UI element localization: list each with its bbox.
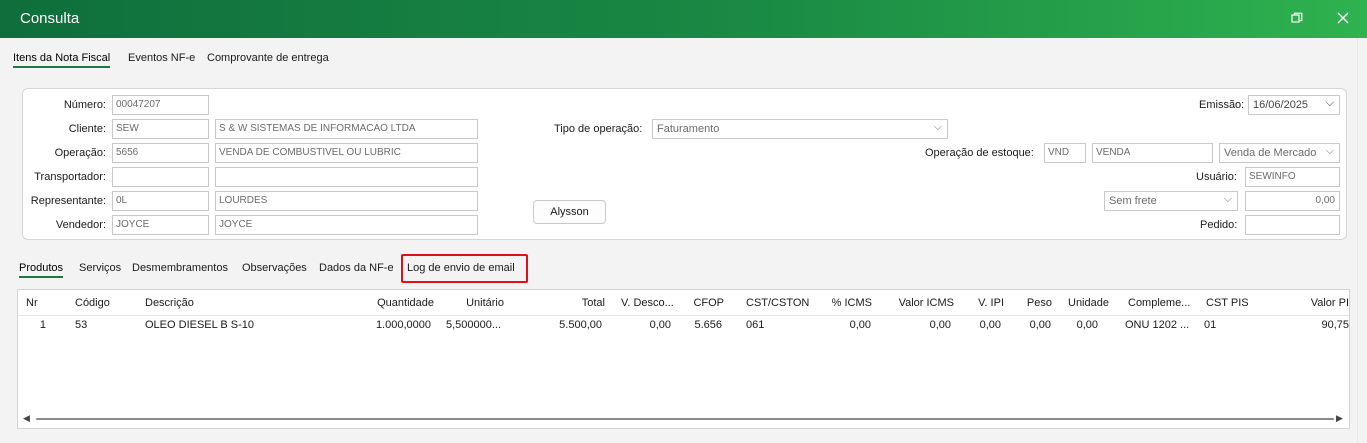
column-header[interactable]: Descrição: [145, 297, 265, 309]
column-header[interactable]: Unidade: [1068, 297, 1118, 309]
representante-label: Representante:: [30, 195, 106, 207]
emissao-value: 16/06/2025: [1253, 99, 1309, 111]
table-cell: 061: [746, 319, 765, 331]
table-cell: 0,00: [1076, 319, 1098, 331]
column-header[interactable]: CFOP: [682, 297, 724, 309]
column-header[interactable]: Unitário: [438, 297, 504, 309]
horizontal-scrollbar[interactable]: ◀ ▶: [18, 410, 1349, 428]
column-header[interactable]: Peso: [1012, 297, 1052, 309]
scroll-left-icon[interactable]: ◀: [23, 413, 30, 424]
column-header[interactable]: Nr: [26, 297, 50, 309]
operacao-name-field[interactable]: VENDA DE COMBUSTIVEL OU LUBRIC: [215, 143, 478, 163]
table-cell: 0,00: [1029, 319, 1051, 331]
table-cell: 5.656: [694, 319, 722, 331]
table-cell: 0,00: [929, 319, 951, 331]
tab-itens-nota-fiscal[interactable]: Itens da Nota Fiscal: [13, 52, 111, 68]
table-cell: 53: [75, 319, 88, 331]
operacao-estoque-name-field[interactable]: VENDA: [1092, 143, 1213, 163]
operacao-label: Operação:: [54, 147, 106, 159]
tab-comprovante-entrega[interactable]: Comprovante de entrega: [207, 52, 329, 64]
table-row[interactable]: 1 53 OLEO DIESEL B S-10 1.000,0000 5,500…: [18, 316, 1349, 336]
scroll-right-icon[interactable]: ▶: [1336, 413, 1343, 424]
transportador-name-field[interactable]: [215, 167, 478, 187]
tab-observacoes[interactable]: Observações: [242, 262, 307, 274]
tab-servicos[interactable]: Serviços: [79, 262, 121, 274]
vendedor-code-field[interactable]: JOYCE: [112, 215, 209, 235]
column-header[interactable]: V. Desco...: [621, 297, 681, 309]
operacao-code-field[interactable]: 5656: [112, 143, 209, 163]
representante-code-field[interactable]: 0L: [112, 191, 209, 211]
numero-field[interactable]: 00047207: [112, 95, 209, 115]
tab-desmembramentos[interactable]: Desmembramentos: [132, 262, 228, 274]
table-cell: 90,75: [1321, 319, 1349, 331]
scrollbar-thumb[interactable]: [36, 418, 1334, 420]
table-cell: ONU 1202 ...: [1125, 319, 1190, 331]
operacao-estoque-type-select[interactable]: Venda de Mercado ⌵: [1219, 143, 1340, 163]
emissao-label: Emissão:: [1199, 99, 1245, 111]
table-cell: 0,00: [849, 319, 871, 331]
column-header[interactable]: % ICMS: [808, 297, 872, 309]
title-bar: Consulta: [0, 0, 1367, 38]
column-header[interactable]: Total: [518, 297, 605, 309]
user-button[interactable]: Alysson: [533, 200, 606, 224]
table-cell: 0,00: [979, 319, 1001, 331]
operacao-estoque-type-value: Venda de Mercado: [1224, 147, 1317, 159]
tipo-operacao-value: Faturamento: [657, 123, 720, 135]
column-header[interactable]: Compleme...: [1128, 297, 1198, 309]
usuario-field[interactable]: SEWINFO: [1245, 167, 1340, 187]
numero-label: Número:: [63, 99, 106, 111]
table-cell: 01: [1204, 319, 1217, 331]
operacao-estoque-label: Operação de estoque:: [925, 147, 1034, 159]
table-cell: 1: [39, 319, 46, 331]
grid-header: Nr Código Descrição Quantidade Unitário …: [18, 290, 1349, 316]
frete-select[interactable]: Sem frete ⌵: [1104, 191, 1238, 211]
column-header[interactable]: Valor ICMS: [884, 297, 954, 309]
table-cell: 5.500,00: [559, 319, 602, 331]
chevron-down-icon: ⌵: [933, 121, 942, 133]
vendedor-label: Vendedor:: [55, 219, 106, 231]
cliente-code-field[interactable]: SEW: [112, 119, 209, 139]
tab-dados-nfe[interactable]: Dados da NF-e: [319, 262, 394, 274]
representante-name-field[interactable]: LOURDES: [215, 191, 478, 211]
chevron-down-icon: ⌵: [1325, 97, 1334, 109]
chevron-down-icon: ⌵: [1325, 145, 1334, 157]
column-header[interactable]: CST PIS: [1206, 297, 1256, 309]
frete-value: Sem frete: [1109, 195, 1157, 207]
tipo-operacao-label: Tipo de operação:: [554, 123, 643, 135]
pedido-label: Pedido:: [1200, 219, 1238, 231]
restore-icon[interactable]: [1287, 9, 1307, 29]
frete-amount-field[interactable]: 0,00: [1245, 191, 1340, 211]
column-header[interactable]: V. IPI: [962, 297, 1004, 309]
vendedor-name-field[interactable]: JOYCE: [215, 215, 478, 235]
cliente-name-field[interactable]: S & W SISTEMAS DE INFORMACAO LTDA: [215, 119, 478, 139]
emissao-date-picker[interactable]: 16/06/2025 ⌵: [1248, 95, 1340, 115]
column-header[interactable]: Quantidade: [348, 297, 434, 309]
tab-eventos-nfe[interactable]: Eventos NF-e: [128, 52, 195, 64]
column-header[interactable]: CST/CSTON: [746, 297, 816, 309]
highlight-box: [401, 254, 528, 283]
table-cell: OLEO DIESEL B S-10: [145, 319, 255, 331]
column-header[interactable]: Código: [75, 297, 135, 309]
pedido-field[interactable]: [1245, 215, 1340, 235]
table-cell: 0,00: [649, 319, 671, 331]
column-header[interactable]: Valor PI: [1278, 297, 1349, 309]
window-title: Consulta: [20, 10, 80, 27]
items-grid: Nr Código Descrição Quantidade Unitário …: [17, 289, 1350, 429]
table-cell: 1.000,0000: [375, 319, 431, 331]
vertical-scrollbar[interactable]: [1357, 38, 1367, 443]
tipo-operacao-select[interactable]: Faturamento ⌵: [652, 119, 948, 139]
transportador-label: Transportador:: [34, 171, 106, 183]
cliente-label: Cliente:: [68, 123, 106, 135]
usuario-label: Usuário:: [1196, 171, 1237, 183]
operacao-estoque-code-field[interactable]: VND: [1044, 143, 1086, 163]
close-icon[interactable]: [1333, 9, 1353, 29]
table-cell: 5,500000...: [446, 319, 502, 331]
tab-produtos[interactable]: Produtos: [19, 262, 64, 278]
chevron-down-icon: ⌵: [1223, 193, 1232, 205]
transportador-code-field[interactable]: [112, 167, 209, 187]
